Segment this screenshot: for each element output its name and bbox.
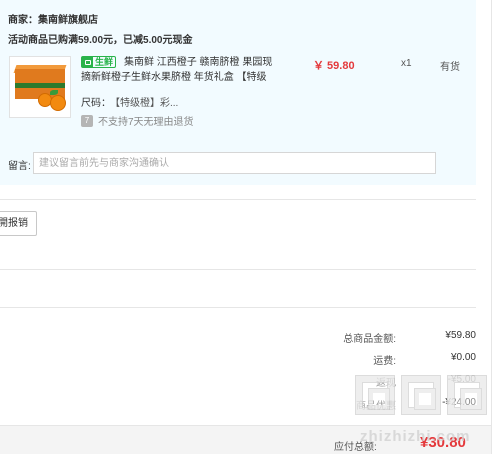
shop-row: 商家：集南鲜旗舰店 — [8, 11, 98, 26]
watermark-logo — [356, 368, 488, 424]
shop-name[interactable]: 集南鲜旗舰店 — [38, 15, 98, 26]
fresh-tag-label: 生鲜 — [95, 57, 114, 67]
no-refund-text: 不支持7天无理由退货 — [98, 117, 194, 128]
divider — [0, 307, 476, 308]
shop-label: 商家： — [8, 15, 38, 26]
fresh-tag: 生鲜 — [81, 56, 117, 68]
summary-shipping-row: 运费: ¥0.00 — [276, 352, 476, 367]
invoice-button[interactable]: 開报销 — [0, 211, 37, 236]
watermark-glyph — [356, 376, 394, 414]
panel-border — [491, 0, 492, 454]
spec-value: 【特级橙】彩... — [115, 98, 179, 109]
thumb-stripe — [15, 83, 65, 88]
product-spec: 尺码： 【特级橙】彩... — [81, 94, 178, 109]
shipping-value: ¥0.00 — [450, 352, 476, 363]
orange-graphic — [50, 95, 66, 111]
leaf-graphic — [50, 90, 58, 95]
watermark-text: zhizhizhi.com — [360, 428, 471, 445]
remark-input[interactable] — [33, 152, 436, 174]
stock-status: 有货 — [440, 62, 460, 73]
item-price: ￥ 59.80 — [313, 60, 355, 72]
total-value: ¥59.80 — [445, 330, 476, 341]
fresh-icon — [82, 57, 93, 67]
total-label: 总商品金额: — [343, 334, 396, 345]
no-refund-notice: 7 不支持7天无理由退货 — [81, 113, 194, 128]
divider — [0, 269, 476, 270]
remark-label: 留言: — [8, 161, 31, 172]
spec-label: 尺码： — [81, 98, 111, 109]
order-block: 商家：集南鲜旗舰店 活动商品已购满59.00元，已减5.00元现金 集南鲜 江西… — [0, 0, 476, 185]
checkout-page: 商家：集南鲜旗舰店 活动商品已购满59.00元，已减5.00元现金 集南鲜 江西… — [0, 0, 500, 454]
promo-text: 活动商品已购满59.00元，已减5.00元现金 — [8, 35, 193, 46]
item-quantity: x1 — [401, 58, 412, 69]
refund-policy-icon: 7 — [81, 114, 93, 127]
watermark-glyph — [402, 376, 440, 414]
summary-total-row: 总商品金额: ¥59.80 — [276, 330, 476, 345]
divider — [0, 199, 476, 200]
product-thumbnail[interactable] — [9, 56, 71, 118]
watermark-glyph — [448, 376, 486, 414]
shipping-label: 运费: — [373, 356, 396, 367]
